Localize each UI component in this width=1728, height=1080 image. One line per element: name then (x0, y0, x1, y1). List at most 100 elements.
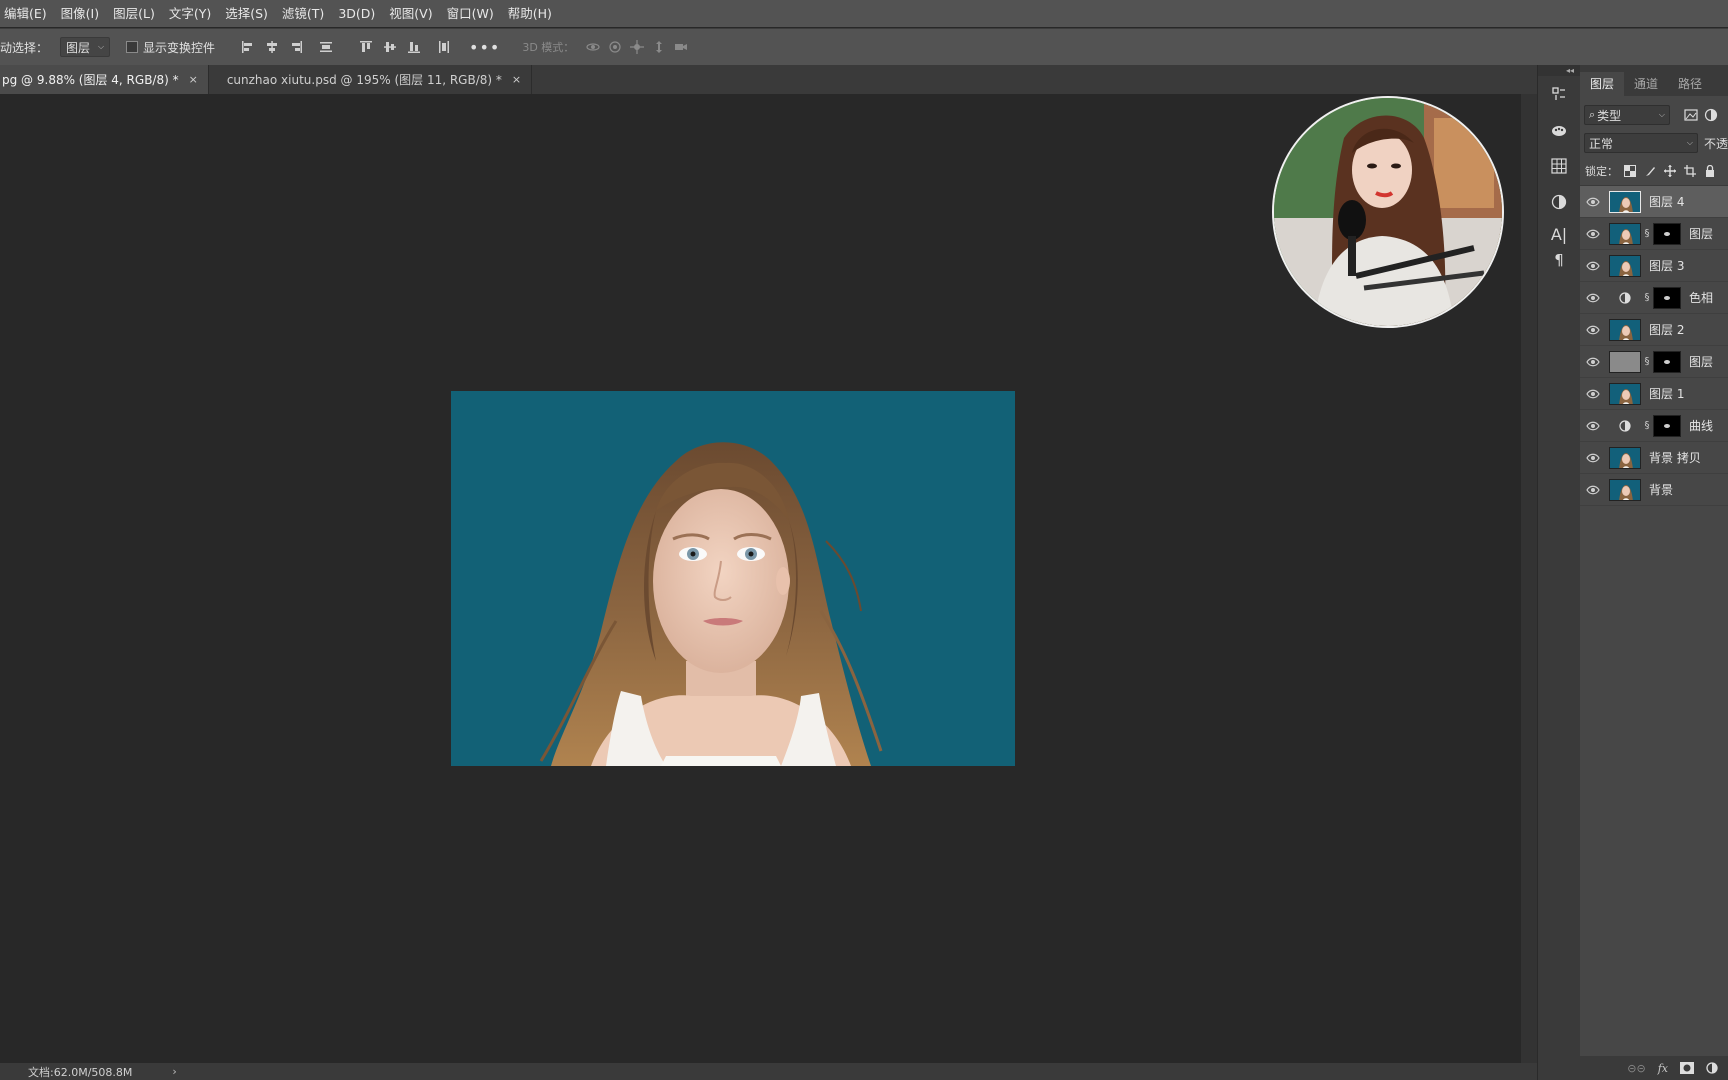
mask-link-icon[interactable]: § (1643, 228, 1651, 239)
slide-3d-icon[interactable] (652, 40, 666, 54)
eye-icon[interactable] (1580, 357, 1606, 367)
layer-thumbnail[interactable] (1609, 382, 1641, 405)
lock-transparent-icon[interactable] (1624, 165, 1636, 177)
layer-filter-dropdown[interactable]: ⌕ 类型 ⌵ (1584, 105, 1670, 125)
layer-row[interactable]: 图层 4 (1580, 186, 1728, 218)
layer-thumbnail[interactable] (1609, 350, 1641, 373)
layer-row[interactable]: 背景 (1580, 474, 1728, 506)
menu-view[interactable]: 视图(V) (382, 0, 439, 27)
panel-tabs: 图层 通道 路径 (1580, 65, 1728, 96)
mask-link-icon[interactable]: § (1643, 292, 1651, 303)
show-transform-controls[interactable]: 显示变换控件 (126, 39, 215, 56)
align-bottom-icon[interactable] (407, 40, 421, 54)
tab-layers[interactable]: 图层 (1580, 72, 1625, 96)
distribute-icon[interactable] (319, 40, 333, 54)
filter-adjustment-icon[interactable] (1704, 108, 1718, 122)
layer-thumbnail[interactable] (1609, 446, 1641, 469)
adjustment-layer-icon[interactable] (1609, 415, 1641, 437)
layer-thumbnail[interactable] (1609, 478, 1641, 501)
swatches-grid-icon[interactable] (1538, 148, 1580, 184)
tab-paths[interactable]: 路径 (1668, 72, 1712, 96)
eye-icon[interactable] (1580, 197, 1606, 207)
layer-row[interactable]: § 曲线 (1580, 410, 1728, 442)
layer-name: 图层 3 (1649, 259, 1685, 273)
layer-row[interactable]: 图层 2 (1580, 314, 1728, 346)
menu-type[interactable]: 文字(Y) (162, 0, 218, 27)
collapse-icon[interactable]: ◂◂ (1538, 65, 1580, 76)
menu-filter[interactable]: 滤镜(T) (275, 0, 331, 27)
layer-thumbnail[interactable] (1609, 254, 1641, 277)
document-image[interactable] (451, 391, 1015, 766)
lock-artboard-icon[interactable] (1684, 165, 1696, 177)
status-arrow-icon[interactable]: › (172, 1065, 176, 1078)
close-icon[interactable]: × (512, 73, 521, 86)
filter-pixel-icon[interactable] (1684, 108, 1698, 122)
pan-3d-icon[interactable] (630, 40, 645, 54)
layer-row[interactable]: 图层 3 (1580, 250, 1728, 282)
fx-icon[interactable]: fx (1658, 1062, 1668, 1075)
add-mask-icon[interactable] (1680, 1062, 1694, 1074)
align-vcenter-icon[interactable] (383, 40, 397, 54)
layer-row[interactable]: § 图层 (1580, 346, 1728, 378)
lock-all-icon[interactable] (1704, 165, 1716, 177)
history-icon[interactable] (1538, 76, 1580, 112)
vertical-scrollbar[interactable] (1521, 94, 1537, 1063)
menu-help[interactable]: 帮助(H) (501, 0, 559, 27)
align-left-icon[interactable] (241, 40, 255, 54)
layer-thumbnail[interactable] (1609, 190, 1641, 213)
layer-mask-thumbnail[interactable] (1653, 350, 1681, 373)
link-layers-icon[interactable]: ⊝⊝ (1627, 1062, 1645, 1075)
camera-3d-icon[interactable] (674, 40, 688, 54)
align-top-icon[interactable] (359, 40, 373, 54)
tab-channels[interactable]: 通道 (1624, 72, 1668, 96)
layer-row[interactable]: 背景 拷贝 (1580, 442, 1728, 474)
layer-mask-thumbnail[interactable] (1653, 286, 1681, 309)
menu-image[interactable]: 图像(I) (54, 0, 106, 27)
tab-label: cunzhao xiutu.psd @ 195% (图层 11, RGB/8) … (226, 73, 502, 87)
orbit-3d-icon[interactable] (586, 40, 600, 54)
mask-link-icon[interactable]: § (1643, 356, 1651, 367)
show-transform-checkbox[interactable] (126, 41, 139, 53)
eye-icon[interactable] (1580, 485, 1606, 495)
eye-icon[interactable] (1580, 325, 1606, 335)
eye-icon[interactable] (1580, 421, 1606, 431)
layer-row[interactable]: § 图层 (1580, 218, 1728, 250)
menu-edit[interactable]: 编辑(E) (0, 0, 54, 27)
roll-3d-icon[interactable] (608, 40, 622, 54)
layer-row[interactable]: § 色相 (1580, 282, 1728, 314)
distribute-vertical-icon[interactable] (437, 40, 451, 54)
color-palette-icon[interactable] (1538, 112, 1580, 148)
eye-icon[interactable] (1580, 293, 1606, 303)
new-adjustment-icon[interactable] (1706, 1062, 1718, 1074)
paragraph-icon[interactable]: ¶ (1538, 248, 1580, 272)
adjustments-icon[interactable] (1538, 184, 1580, 220)
auto-select-dropdown[interactable]: 图层 ⌵ (60, 37, 111, 57)
menu-window[interactable]: 窗口(W) (440, 0, 501, 27)
tab-document-1[interactable]: pg @ 9.88% (图层 4, RGB/8) * × (0, 65, 209, 94)
eye-icon[interactable] (1580, 261, 1606, 271)
align-hcenter-icon[interactable] (265, 40, 279, 54)
menu-3d[interactable]: 3D(D) (331, 0, 382, 27)
lock-paint-icon[interactable] (1644, 165, 1656, 177)
mask-link-icon[interactable]: § (1643, 420, 1651, 431)
tab-document-2[interactable]: cunzhao xiutu.psd @ 195% (图层 11, RGB/8) … (209, 65, 533, 94)
eye-icon[interactable] (1580, 229, 1606, 239)
align-right-icon[interactable] (289, 40, 303, 54)
character-icon[interactable]: A| (1538, 220, 1580, 248)
layer-mask-thumbnail[interactable] (1653, 222, 1681, 245)
layer-name: 图层 2 (1649, 323, 1685, 337)
eye-icon[interactable] (1580, 389, 1606, 399)
lock-move-icon[interactable] (1664, 165, 1676, 177)
eye-icon[interactable] (1580, 453, 1606, 463)
blend-mode-dropdown[interactable]: 正常 ⌵ (1584, 133, 1698, 153)
menu-layer[interactable]: 图层(L) (106, 0, 162, 27)
more-options-icon[interactable]: ••• (469, 38, 500, 57)
layer-thumbnail[interactable] (1609, 318, 1641, 341)
layer-mask-thumbnail[interactable] (1653, 414, 1681, 437)
adjustment-layer-icon[interactable] (1609, 287, 1641, 309)
menu-select[interactable]: 选择(S) (218, 0, 275, 27)
layer-thumbnail[interactable] (1609, 222, 1641, 245)
close-icon[interactable]: × (189, 73, 198, 86)
webcam-overlay (1272, 96, 1504, 328)
layer-row[interactable]: 图层 1 (1580, 378, 1728, 410)
